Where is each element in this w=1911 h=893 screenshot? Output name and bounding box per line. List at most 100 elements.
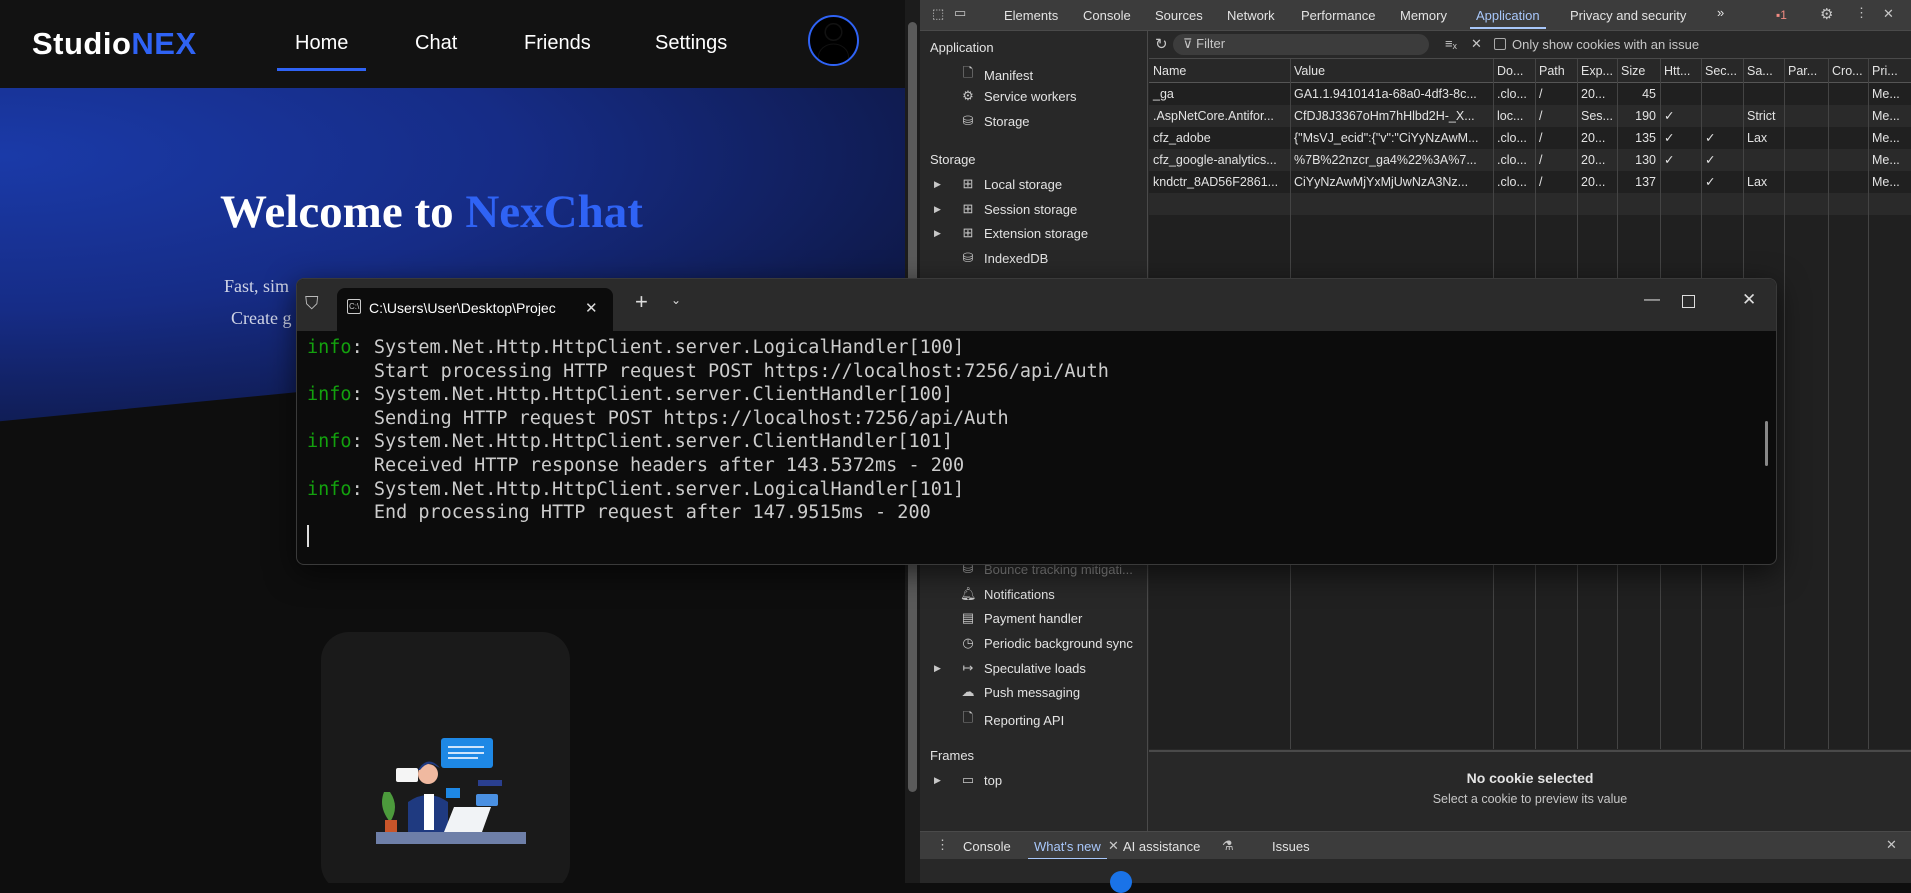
user-avatar[interactable] — [808, 15, 859, 66]
tab-privacy-security[interactable]: Privacy and security — [1570, 8, 1686, 23]
devtools-tabbar: ⬚ ▭ Elements Console Sources Network Per… — [920, 0, 1911, 31]
tab-network[interactable]: Network — [1227, 8, 1275, 23]
column-header[interactable]: Exp... — [1577, 60, 1617, 82]
more-options-icon[interactable]: ⋮ — [1855, 5, 1868, 21]
sidebar-item-frame-top[interactable]: ▶ ▭ top — [934, 772, 1002, 788]
device-toolbar-icon[interactable]: ▭ — [954, 5, 966, 21]
settings-gear-icon[interactable]: ⚙ — [1820, 5, 1833, 23]
sidebar-item-extension-storage[interactable]: ▶ ⊞ Extension storage — [934, 225, 1088, 241]
column-header[interactable]: Value — [1290, 60, 1493, 82]
nav-home[interactable]: Home — [276, 32, 367, 71]
tab-performance[interactable]: Performance — [1301, 8, 1375, 23]
table-cell: cfz_adobe — [1153, 131, 1211, 145]
terminal-tab[interactable]: C:\ C:\Users\User\Desktop\Projec ✕ — [337, 288, 613, 331]
inspect-element-icon[interactable]: ⬚ — [932, 6, 944, 22]
column-header[interactable]: Size — [1617, 60, 1660, 82]
tab-application[interactable]: Application — [1470, 8, 1546, 29]
sidebar-item-manifest[interactable]: 🗋 Manifest — [960, 64, 1033, 86]
table-cell: .clo... — [1497, 131, 1527, 145]
drawer-tab-console[interactable]: Console — [963, 839, 1011, 854]
close-drawer-icon[interactable]: ✕ — [1886, 837, 1897, 853]
table-cell: / — [1539, 109, 1543, 123]
expand-arrow-icon[interactable]: ▶ — [934, 775, 941, 786]
close-tab-icon[interactable]: ✕ — [1108, 838, 1119, 854]
column-header[interactable]: Cro... — [1828, 60, 1868, 82]
column-header[interactable]: Sa... — [1743, 60, 1784, 82]
sidebar-item-local-storage[interactable]: ▶ ⊞ Local storage — [934, 176, 1062, 192]
nav-friends[interactable]: Friends — [524, 32, 591, 55]
sidebar-item-speculative-loads[interactable]: ▶ ↦ Speculative loads — [934, 660, 1086, 676]
dropdown-chevron-icon[interactable]: ⌄ — [671, 293, 681, 307]
drawer-tab-issues[interactable]: Issues — [1272, 839, 1310, 854]
column-divider[interactable] — [1868, 59, 1869, 749]
table-row[interactable]: cfz_google-analytics... %7B%22nzcr_ga4%22… — [1149, 149, 1911, 171]
log-text: System.Net.Http.HttpClient.server.Logica… — [373, 337, 965, 358]
column-header[interactable]: Htt... — [1660, 60, 1701, 82]
nav-chat[interactable]: Chat — [415, 32, 457, 55]
delete-all-icon[interactable]: ✕ — [1471, 36, 1482, 52]
drawer-menu-icon[interactable]: ⋮ — [936, 837, 949, 853]
expand-arrow-icon[interactable]: ▶ — [934, 179, 941, 190]
new-tab-icon[interactable]: + — [635, 289, 648, 315]
more-tabs-icon[interactable]: » — [1717, 5, 1724, 20]
column-divider[interactable] — [1828, 59, 1829, 749]
terminal-titlebar[interactable]: ⛉ C:\ C:\Users\User\Desktop\Projec ✕ + ⌄… — [297, 279, 1776, 331]
drawer-tab-whats-new[interactable]: What's new — [1028, 839, 1107, 860]
terminal-scrollbar[interactable] — [1765, 421, 1768, 466]
column-divider[interactable] — [1784, 59, 1785, 749]
sidebar-label: Service workers — [984, 88, 1077, 104]
table-cell: ✓ — [1705, 153, 1716, 167]
separator: : — [351, 431, 374, 453]
column-header[interactable]: Do... — [1493, 60, 1535, 82]
sidebar-item-storage[interactable]: ⛁ Storage — [960, 113, 1030, 129]
table-cell: 45 — [1642, 87, 1656, 101]
table-row[interactable]: _ga GA1.1.9410141a-68a0-4df3-8c... .clo...… — [1149, 83, 1911, 105]
column-header[interactable]: Par... — [1784, 60, 1828, 82]
column-header[interactable]: Sec... — [1701, 60, 1743, 82]
table-row[interactable]: cfz_adobe {"MsVJ_ecid":{"v":"CiYyNzAwM...… — [1149, 127, 1911, 149]
sidebar-item-push-messaging[interactable]: ☁ Push messaging — [960, 684, 1081, 700]
sidebar-item-service-workers[interactable]: ⚙ Service workers — [960, 88, 1076, 104]
table-row[interactable]: kndctr_8AD56F2861... CiYyNzAwMjYxMjUwNzA3… — [1149, 171, 1911, 193]
sidebar-item-indexeddb[interactable]: ⛁ IndexedDB — [960, 250, 1049, 266]
sidebar-item-periodic-sync[interactable]: ◷ Periodic background sync — [960, 635, 1133, 651]
sidebar-item-session-storage[interactable]: ▶ ⊞ Session storage — [934, 201, 1077, 217]
filter-input[interactable]: ⊽ Filter — [1173, 34, 1429, 55]
filter-icon: ⊽ — [1183, 36, 1197, 51]
column-header[interactable]: Name — [1149, 60, 1290, 82]
close-window-icon[interactable]: ✕ — [1742, 290, 1756, 310]
site-logo[interactable]: StudioNEX — [32, 26, 197, 62]
nav-settings[interactable]: Settings — [655, 32, 727, 55]
column-header[interactable]: Path — [1535, 60, 1577, 82]
sidebar-item-notifications[interactable]: 🔔︎ Notifications — [960, 586, 1055, 602]
sidebar-item-reporting-api[interactable]: 🗋 Reporting API — [960, 709, 1064, 731]
table-cell: Me... — [1872, 153, 1900, 167]
table-cell: 20... — [1581, 87, 1606, 101]
tab-console[interactable]: Console — [1083, 8, 1131, 23]
table-row[interactable]: .AspNetCore.Antifor... CfDJ8J3367oHm7hHlb… — [1149, 105, 1911, 127]
tab-memory[interactable]: Memory — [1400, 8, 1447, 23]
cookie-preview: No cookie selected Select a cookie to pr… — [1149, 750, 1911, 830]
close-devtools-icon[interactable]: ✕ — [1883, 6, 1894, 22]
only-issues-checkbox[interactable] — [1494, 38, 1506, 50]
maximize-icon[interactable] — [1682, 295, 1695, 308]
database-icon: ⛁ — [962, 250, 974, 265]
issues-badge[interactable]: ▪1 — [1776, 8, 1787, 22]
column-header[interactable]: Pri... — [1868, 60, 1911, 82]
refresh-icon[interactable]: ↻ — [1155, 35, 1168, 53]
table-cell: _ga — [1153, 87, 1174, 101]
tab-elements[interactable]: Elements — [1004, 8, 1058, 23]
close-tab-icon[interactable]: ✕ — [585, 299, 598, 317]
cookie-toolbar: ↻ ⊽ Filter ≡ₓ ✕ Only show cookies with a… — [1149, 31, 1911, 59]
arrow-right-bar-icon: ↦ — [962, 660, 974, 675]
tab-sources[interactable]: Sources — [1155, 8, 1203, 23]
minimize-icon[interactable]: — — [1644, 291, 1660, 309]
sidebar-item-payment-handler[interactable]: ▤ Payment handler — [960, 610, 1082, 626]
expand-arrow-icon[interactable]: ▶ — [934, 204, 941, 215]
expand-arrow-icon[interactable]: ▶ — [934, 663, 941, 674]
drawer-tab-ai-assistance[interactable]: AI assistance — [1123, 839, 1200, 854]
expand-arrow-icon[interactable]: ▶ — [934, 228, 941, 239]
clear-filtered-icon[interactable]: ≡ₓ — [1445, 36, 1457, 51]
hero-title-a: Welcome to — [220, 186, 466, 238]
